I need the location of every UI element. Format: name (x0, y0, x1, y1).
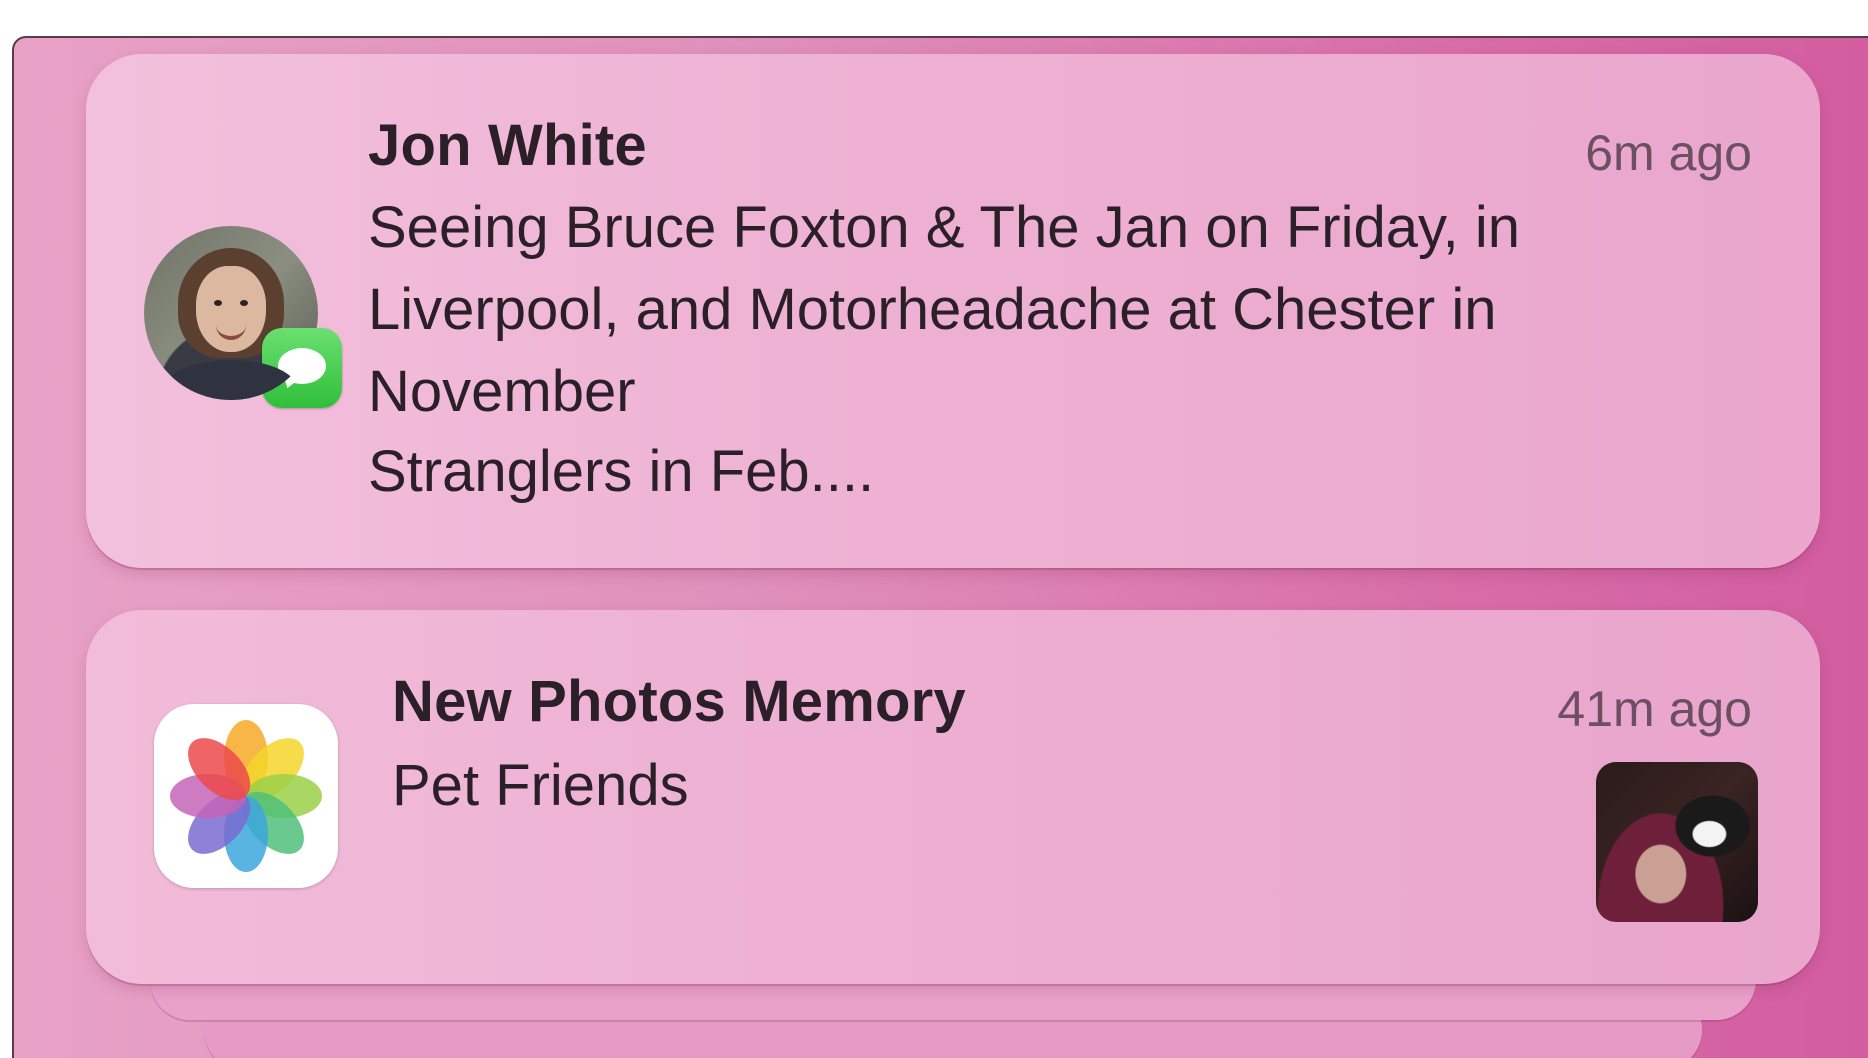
memory-thumbnail[interactable] (1596, 762, 1758, 922)
photos-notification[interactable] (86, 610, 1820, 984)
notification-time: 6m ago (1585, 125, 1752, 181)
notification-time: 41m ago (1557, 681, 1752, 737)
notification-body-line: November (368, 359, 636, 424)
notification-center: Jon White 6m ago Seeing Bruce Foxton & T… (0, 0, 1868, 1058)
notification-body-line: Liverpool, and Motorheadache at Chester … (368, 277, 1497, 342)
notification-title: New Photos Memory (392, 669, 966, 734)
notification-subtitle: Pet Friends (392, 753, 689, 818)
photos-icon (154, 704, 338, 888)
notification-sender: Jon White (368, 113, 647, 178)
notification-body-line: Seeing Bruce Foxton & The Jan on Friday,… (368, 195, 1521, 260)
notification-body-line: Stranglers in Feb.... (368, 439, 875, 504)
